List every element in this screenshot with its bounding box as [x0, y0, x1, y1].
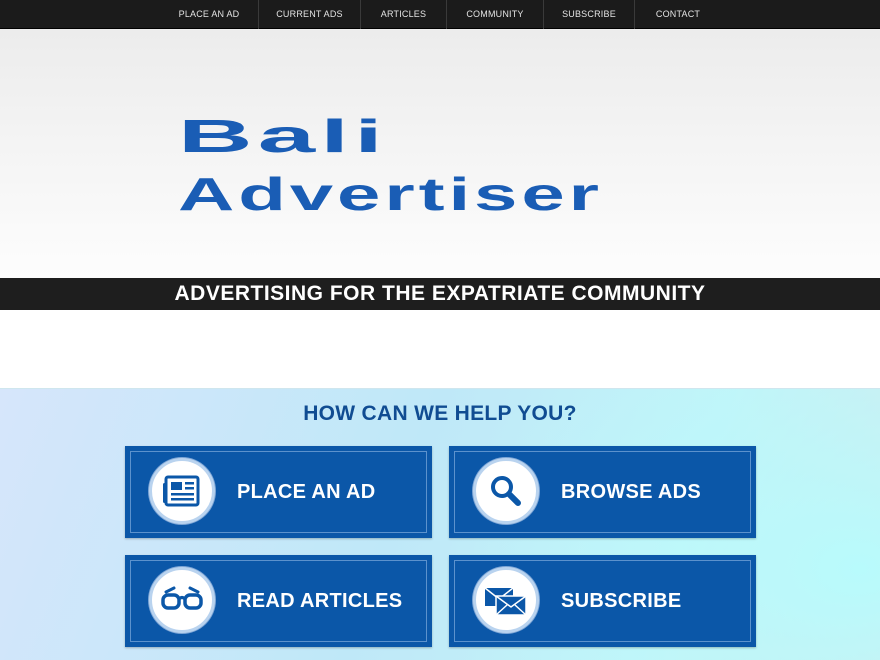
glasses-icon: [149, 567, 215, 633]
browse-ads-label: BROWSE ADS: [561, 481, 702, 503]
tagline-bar: ADVERTISING FOR THE EXPATRIATE COMMUNITY: [0, 278, 880, 310]
place-an-ad-button[interactable]: PLACE AN AD: [125, 446, 432, 538]
help-title: HOW CAN WE HELP YOU?: [303, 402, 577, 425]
newspaper-icon: [149, 458, 215, 524]
top-nav: PLACE AN AD CURRENT ADS ARTICLES COMMUNI…: [0, 0, 880, 29]
subscribe-button[interactable]: SUBSCRIBE: [449, 555, 756, 647]
read-articles-button[interactable]: READ ARTICLES: [125, 555, 432, 647]
magnifier-icon: [473, 458, 539, 524]
nav-place-an-ad[interactable]: PLACE AN AD: [160, 0, 258, 29]
nav-subscribe[interactable]: SUBSCRIBE: [544, 0, 634, 29]
subscribe-label: SUBSCRIBE: [561, 590, 682, 612]
site-logo-line2[interactable]: Advertiser: [178, 171, 603, 218]
nav-current-ads[interactable]: CURRENT ADS: [259, 0, 360, 29]
nav-contact[interactable]: CONTACT: [635, 0, 721, 29]
nav-community[interactable]: COMMUNITY: [447, 0, 543, 29]
place-an-ad-label: PLACE AN AD: [237, 481, 376, 503]
tagline: ADVERTISING FOR THE EXPATRIATE COMMUNITY: [174, 282, 706, 305]
site-logo-line1[interactable]: Bali: [178, 113, 388, 160]
browse-ads-button[interactable]: BROWSE ADS: [449, 446, 756, 538]
nav-articles[interactable]: ARTICLES: [361, 0, 446, 29]
help-section: HOW CAN WE HELP YOU? PLACE AN AD BROWSE …: [0, 388, 880, 660]
envelope-icon: [473, 567, 539, 633]
hero-banner: [0, 29, 880, 278]
read-articles-label: READ ARTICLES: [237, 590, 403, 612]
